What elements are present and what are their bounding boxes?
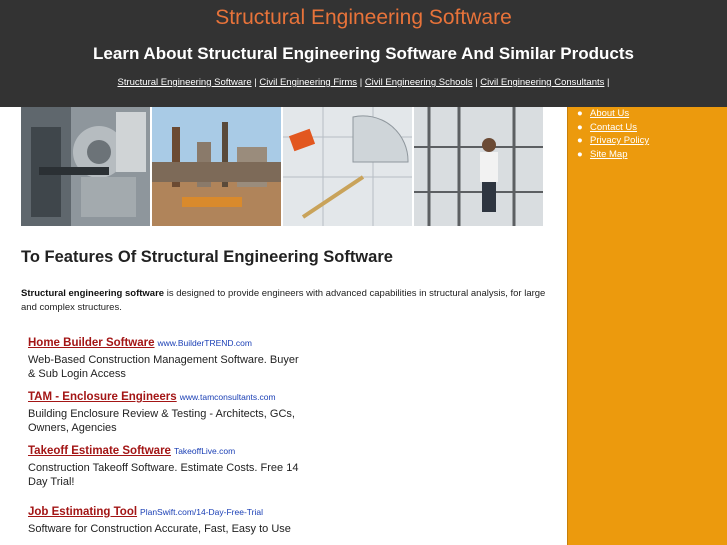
ad-title-link[interactable]: TAM - Enclosure Engineers [28, 391, 177, 403]
intro-bold-term: Structural engineering software [21, 288, 165, 299]
sidebar-link-privacy-policy[interactable]: Privacy Policy [590, 135, 649, 146]
ad-url[interactable]: TakeoffLive.com [174, 446, 235, 456]
nav-separator: | [475, 77, 478, 88]
intro-paragraph: Structural engineering software is desig… [21, 287, 551, 314]
ad-description: Software for Construction Accurate, Fast… [28, 523, 291, 535]
nav-separator: | [607, 77, 610, 88]
nav-link-civil-engineering-firms[interactable]: Civil Engineering Firms [259, 77, 357, 88]
ad-title-link[interactable]: Takeoff Estimate Software [28, 445, 171, 457]
ad-description: Building Enclosure Review & Testing - Ar… [28, 408, 295, 434]
ad-unit: Home Builder Software www.BuilderTREND.co… [28, 333, 308, 381]
ad-unit: Job Estimating Tool PlanSwift.com/14-Day-… [28, 502, 308, 536]
bullet-icon: ● [577, 135, 583, 146]
ad-title-link[interactable]: Home Builder Software [28, 337, 155, 349]
machinery-photo [21, 107, 150, 226]
ad-title-link[interactable]: Job Estimating Tool [28, 506, 137, 518]
ad-url[interactable]: www.BuilderTREND.com [158, 338, 252, 348]
nav-separator: | [254, 77, 257, 88]
site-header: Structural Engineering Software Learn Ab… [0, 0, 727, 107]
bullet-icon: ● [577, 108, 583, 119]
nav-link-civil-engineering-consultants[interactable]: Civil Engineering Consultants [480, 77, 604, 88]
nav-separator: | [359, 77, 363, 88]
sidebar-link-contact-us[interactable]: Contact Us [590, 122, 637, 133]
ad-description: Construction Takeoff Software. Estimate … [28, 462, 299, 488]
header-banner [21, 107, 543, 226]
bullet-icon: ● [577, 121, 583, 133]
page-headline: To Features Of Structural Engineering So… [21, 248, 393, 266]
sidebar-menu: ● About Us ● Contact Us ● Privacy Policy ● S… [577, 107, 649, 161]
nav-link-structural-engineering-software[interactable]: Structural Engineering Software [118, 77, 252, 88]
sidebar-link-about-us[interactable]: About Us [590, 108, 629, 119]
ad-unit: TAM - Enclosure Engineers www.tamconsulta… [28, 387, 308, 435]
construction-worker-photo [414, 107, 543, 226]
sidebar-item-privacy-policy: ● Privacy Policy [577, 134, 649, 148]
refinery-photo [152, 107, 281, 226]
nav-link-civil-engineering-schools[interactable]: Civil Engineering Schools [365, 77, 473, 88]
sidebar-item-contact-us: ● Contact Us [577, 121, 649, 135]
sidebar: ● About Us ● Contact Us ● Privacy Policy ● S… [567, 107, 727, 545]
top-navigation: Structural Engineering Software | Civil … [0, 77, 727, 88]
sidebar-link-site-map[interactable]: Site Map [590, 149, 628, 160]
site-title[interactable]: Structural Engineering Software [0, 6, 727, 30]
ad-url[interactable]: www.tamconsultants.com [180, 392, 276, 402]
ad-url[interactable]: PlanSwift.com/14-Day-Free-Trial [140, 507, 263, 517]
sidebar-item-about-us: ● About Us [577, 107, 649, 121]
site-subtitle: Learn About Structural Engineering Softw… [93, 44, 634, 63]
ad-unit: Takeoff Estimate Software TakeoffLive.com… [28, 441, 308, 489]
bullet-icon: ● [577, 148, 583, 160]
drafting-tools-photo [283, 107, 412, 226]
sidebar-item-site-map: ● Site Map [577, 148, 649, 162]
ad-description: Web-Based Construction Management Softwa… [28, 354, 299, 380]
